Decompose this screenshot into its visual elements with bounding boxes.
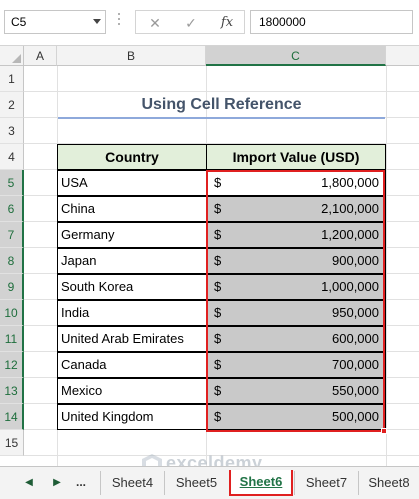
import-value: 950,000: [332, 305, 379, 320]
chevron-down-icon[interactable]: [93, 19, 101, 24]
import-value: 700,000: [332, 357, 379, 372]
formula-bar: C5 ✕ ✓ fx 1800000: [0, 0, 419, 46]
more-sheets-button[interactable]: ...: [76, 475, 86, 489]
country-cell[interactable]: China: [57, 196, 207, 222]
import-value: 2,100,000: [321, 201, 379, 216]
currency-symbol: $: [214, 383, 222, 398]
country-cell[interactable]: United Arab Emirates: [57, 326, 207, 352]
row-header-13[interactable]: 13: [0, 378, 24, 404]
insert-function-icon[interactable]: fx: [212, 13, 242, 33]
currency-symbol: $: [214, 201, 222, 216]
country-cell[interactable]: South Korea: [57, 274, 207, 300]
currency-symbol: $: [214, 175, 222, 190]
tab-sheet8[interactable]: Sheet8: [358, 471, 419, 495]
import-value-cell[interactable]: $500,000: [206, 404, 386, 430]
next-sheet-icon[interactable]: ▶: [50, 476, 64, 490]
country-cell[interactable]: USA: [57, 170, 207, 196]
row-header-10[interactable]: 10: [0, 300, 24, 326]
import-value-cell[interactable]: $1,800,000: [206, 170, 386, 196]
column-header-d[interactable]: [386, 46, 419, 66]
tab-sheet4[interactable]: Sheet4: [100, 471, 164, 495]
row-header-11[interactable]: 11: [0, 326, 24, 352]
cancel-icon[interactable]: ✕: [140, 13, 170, 33]
formula-input[interactable]: 1800000: [250, 10, 413, 34]
import-value: 1,000,000: [321, 279, 379, 294]
currency-symbol: $: [214, 279, 222, 294]
currency-symbol: $: [214, 331, 222, 346]
import-value-cell[interactable]: $550,000: [206, 378, 386, 404]
row-header-8[interactable]: 8: [0, 248, 24, 274]
currency-symbol: $: [214, 357, 222, 372]
sheet-title[interactable]: Using Cell Reference: [58, 92, 385, 118]
import-value: 1,200,000: [321, 227, 379, 242]
row-header-9[interactable]: 9: [0, 274, 24, 300]
import-value-cell[interactable]: $600,000: [206, 326, 386, 352]
column-header-b[interactable]: B: [57, 46, 206, 66]
import-value: 900,000: [332, 253, 379, 268]
row-header-5[interactable]: 5: [0, 170, 24, 196]
currency-symbol: $: [214, 253, 222, 268]
currency-symbol: $: [214, 305, 222, 320]
select-all-button[interactable]: [0, 46, 24, 66]
row-header-14[interactable]: 14: [0, 404, 24, 430]
enter-icon[interactable]: ✓: [176, 13, 206, 33]
row-header-4[interactable]: 4: [0, 144, 24, 170]
country-cell[interactable]: United Kingdom: [57, 404, 207, 430]
currency-symbol: $: [214, 409, 222, 424]
formula-value: 1800000: [259, 15, 306, 29]
country-cell[interactable]: India: [57, 300, 207, 326]
import-value-cell[interactable]: $900,000: [206, 248, 386, 274]
country-cell[interactable]: Canada: [57, 352, 207, 378]
country-cell[interactable]: Germany: [57, 222, 207, 248]
gridline: [24, 455, 419, 456]
header-country[interactable]: Country: [57, 144, 207, 170]
column-header-a[interactable]: A: [24, 46, 57, 66]
row-header-7[interactable]: 7: [0, 222, 24, 248]
row-header-6[interactable]: 6: [0, 196, 24, 222]
fill-handle[interactable]: [381, 428, 387, 434]
country-cell[interactable]: Japan: [57, 248, 207, 274]
import-value: 1,800,000: [321, 175, 379, 190]
column-header-c[interactable]: C: [206, 46, 386, 66]
tab-sheet6[interactable]: Sheet6: [229, 470, 293, 496]
previous-sheet-icon[interactable]: ◀: [22, 476, 36, 490]
import-value: 600,000: [332, 331, 379, 346]
gridline: [386, 66, 387, 466]
import-value: 500,000: [332, 409, 379, 424]
name-box[interactable]: C5: [4, 10, 106, 34]
import-value-cell[interactable]: $950,000: [206, 300, 386, 326]
row-header-15[interactable]: 15: [0, 430, 24, 456]
formula-buttons: ✕ ✓ fx: [135, 10, 245, 34]
sheet-tab-bar: ◀ ▶ ... Sheet4 Sheet5 Sheet6 Sheet7 Shee…: [0, 466, 419, 499]
tab-sheet5[interactable]: Sheet5: [164, 471, 228, 495]
row-header-3[interactable]: 3: [0, 118, 24, 144]
tab-sheet7[interactable]: Sheet7: [294, 471, 358, 495]
import-value-cell[interactable]: $2,100,000: [206, 196, 386, 222]
import-value-cell[interactable]: $1,000,000: [206, 274, 386, 300]
row-header-2[interactable]: 2: [0, 92, 24, 118]
country-cell[interactable]: Mexico: [57, 378, 207, 404]
drag-handle-icon[interactable]: [118, 13, 121, 31]
row-header-1[interactable]: 1: [0, 66, 24, 92]
name-box-value: C5: [11, 15, 27, 29]
import-value: 550,000: [332, 383, 379, 398]
header-import-value[interactable]: Import Value (USD): [206, 144, 386, 170]
import-value-cell[interactable]: $700,000: [206, 352, 386, 378]
import-value-cell[interactable]: $1,200,000: [206, 222, 386, 248]
currency-symbol: $: [214, 227, 222, 242]
row-header-12[interactable]: 12: [0, 352, 24, 378]
title-underline: [58, 117, 385, 119]
